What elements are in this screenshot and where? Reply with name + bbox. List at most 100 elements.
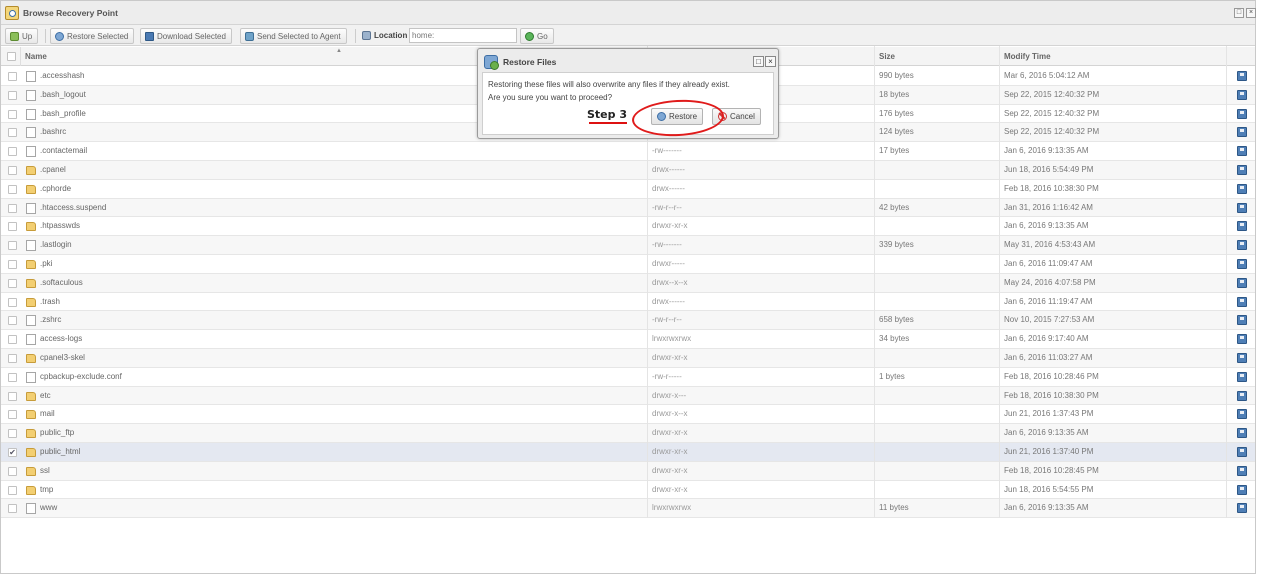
file-size: 34 bytes [879,334,910,344]
go-button[interactable]: Go [520,28,554,44]
toolbar: Up Restore Selected Download Selected Se… [1,25,1255,46]
download-disk-icon[interactable] [1237,108,1247,119]
table-row[interactable]: cpanel3-skel drwxr-xr-x Jan 6, 2016 11:03:… [1,348,1255,368]
row-checkbox[interactable] [8,222,17,232]
download-disk-icon[interactable] [1237,371,1247,382]
download-disk-icon[interactable] [1237,89,1247,100]
row-checkbox[interactable] [8,485,17,495]
table-row[interactable]: mail drwxr-x--x Jun 21, 2016 1:37:43 PM [1,405,1255,425]
send-to-agent-button[interactable]: Send Selected to Agent [240,28,347,44]
table-row[interactable]: .softaculous drwx--x--x May 24, 2016 4:07:… [1,273,1255,293]
dialog-maximize-icon[interactable]: □ [753,56,764,67]
download-disk-icon[interactable] [1237,428,1247,439]
table-row[interactable]: ssl drwxr-xr-x Feb 18, 2016 10:28:45 PM [1,461,1255,481]
download-disk-icon[interactable] [1237,334,1247,345]
download-disk-icon[interactable] [1237,465,1247,476]
file-permissions: drwxr-xr-x [652,221,688,231]
download-disk-icon[interactable] [1237,258,1247,269]
column-header-size[interactable]: Size [875,47,1000,66]
row-checkbox[interactable] [8,241,17,251]
table-row[interactable]: .htpasswds drwxr-xr-x Jan 6, 2016 9:13:35 … [1,217,1255,237]
table-row[interactable]: .lastlogin -rw------- 339 bytes May 31, 201… [1,236,1255,255]
row-checkbox[interactable] [8,278,17,288]
download-disk-icon[interactable] [1237,127,1247,138]
download-disk-icon[interactable] [1237,71,1247,81]
file-size [879,274,999,292]
download-disk-icon[interactable] [1237,202,1247,213]
file-modify-time: Jan 6, 2016 9:13:35 AM [1004,146,1089,156]
row-checkbox[interactable] [8,466,17,476]
download-disk-icon[interactable] [1237,221,1247,232]
file-modify-time: Jun 21, 2016 1:37:43 PM [1004,409,1094,419]
row-checkbox[interactable] [8,184,17,194]
column-header-modify-time[interactable]: Modify Time [1000,47,1227,66]
row-checkbox[interactable] [8,353,17,363]
table-row[interactable]: public_ftp drwxr-xr-x Jan 6, 2016 9:13:35 … [1,424,1255,443]
download-disk-icon[interactable] [1237,503,1247,514]
column-divider [1226,46,1227,518]
table-row[interactable]: .trash drwx------ Jan 6, 2016 11:19:47 AM [1,293,1255,312]
table-row[interactable]: .cpanel drwx------ Jun 18, 2016 5:54:49 PM [1,160,1255,180]
table-row[interactable]: .cphorde drwx------ Feb 18, 2016 10:38:30 … [1,180,1255,199]
row-checkbox[interactable] [8,335,17,345]
row-checkbox[interactable] [8,259,17,269]
download-selected-button[interactable]: Download Selected [140,28,232,44]
location-label: Location [374,31,408,40]
file-modify-time: May 24, 2016 4:07:58 PM [1004,277,1096,287]
row-checkbox[interactable] [8,203,17,213]
file-modify-time: Jan 6, 2016 11:03:27 AM [1004,352,1093,362]
row-checkbox[interactable] [8,165,17,175]
table-row[interactable]: cpbackup-exclude.conf -rw-r----- 1 bytes Fe… [1,368,1255,387]
table-row[interactable]: ✔ public_html drwxr-xr-x Jun 21, 2016 1:37:… [1,442,1255,462]
download-disk-icon[interactable] [1237,164,1247,175]
row-checkbox[interactable] [8,316,17,326]
row-checkbox[interactable] [8,147,17,157]
row-checkbox[interactable] [8,410,17,420]
row-checkbox[interactable] [8,109,17,119]
row-checkbox[interactable] [8,90,17,100]
table-row[interactable]: etc drwxr-x--- Feb 18, 2016 10:38:30 PM [1,386,1255,406]
download-disk-icon[interactable] [1237,296,1247,307]
dialog-title: Restore Files [503,57,557,67]
table-row[interactable]: .contactemail -rw------- 17 bytes Jan 6, 20… [1,142,1255,161]
table-row[interactable]: tmp drwxr-xr-x Jun 18, 2016 5:54:55 PM [1,481,1255,500]
row-checkbox[interactable] [8,128,17,138]
file-modify-time: Mar 6, 2016 5:04:12 AM [1004,71,1090,80]
download-disk-icon[interactable] [1237,390,1247,401]
up-button[interactable]: Up [5,28,39,44]
row-checkbox[interactable] [8,504,17,514]
download-disk-icon[interactable] [1237,484,1247,495]
table-row[interactable]: access-logs lrwxrwxrwx 34 bytes Jan 6, 2016… [1,330,1255,349]
file-modify-time: Jan 6, 2016 9:13:35 AM [1004,221,1089,231]
file-icon [26,334,36,346]
download-disk-icon[interactable] [1237,409,1247,420]
select-all-checkbox[interactable] [7,52,16,61]
table-row[interactable]: www lrwxrwxrwx 11 bytes Jan 6, 2016 9:13:35… [1,499,1255,519]
row-checkbox[interactable] [8,429,17,439]
table-row[interactable]: .pki drwxr----- Jan 6, 2016 11:09:47 AM [1,255,1255,274]
folder-icon [26,485,36,495]
dialog-close-icon[interactable]: × [765,56,776,67]
download-disk-icon[interactable] [1237,446,1247,457]
row-checkbox[interactable]: ✔ [8,447,17,457]
close-icon[interactable]: × [1246,8,1256,18]
maximize-icon[interactable]: □ [1234,8,1244,18]
row-checkbox[interactable] [8,297,17,307]
file-icon [26,202,36,214]
restore-icon [55,31,64,41]
table-row[interactable]: .htaccess.suspend -rw-r--r-- 42 bytes Jan 3… [1,198,1255,218]
file-permissions: lrwxrwxrwx [652,334,692,344]
download-disk-icon[interactable] [1237,352,1247,363]
table-row[interactable]: .zshrc -rw-r--r-- 658 bytes Nov 10, 2015 7:… [1,311,1255,331]
file-name: .zshrc [40,315,62,325]
row-checkbox[interactable] [8,72,17,81]
download-disk-icon[interactable] [1237,277,1247,288]
download-disk-icon[interactable] [1237,183,1247,194]
restore-selected-button[interactable]: Restore Selected [50,28,135,44]
location-input[interactable] [409,28,517,43]
download-disk-icon[interactable] [1237,146,1247,157]
download-disk-icon[interactable] [1237,315,1247,326]
download-disk-icon[interactable] [1237,240,1247,251]
row-checkbox[interactable] [8,391,17,401]
row-checkbox[interactable] [8,372,17,382]
